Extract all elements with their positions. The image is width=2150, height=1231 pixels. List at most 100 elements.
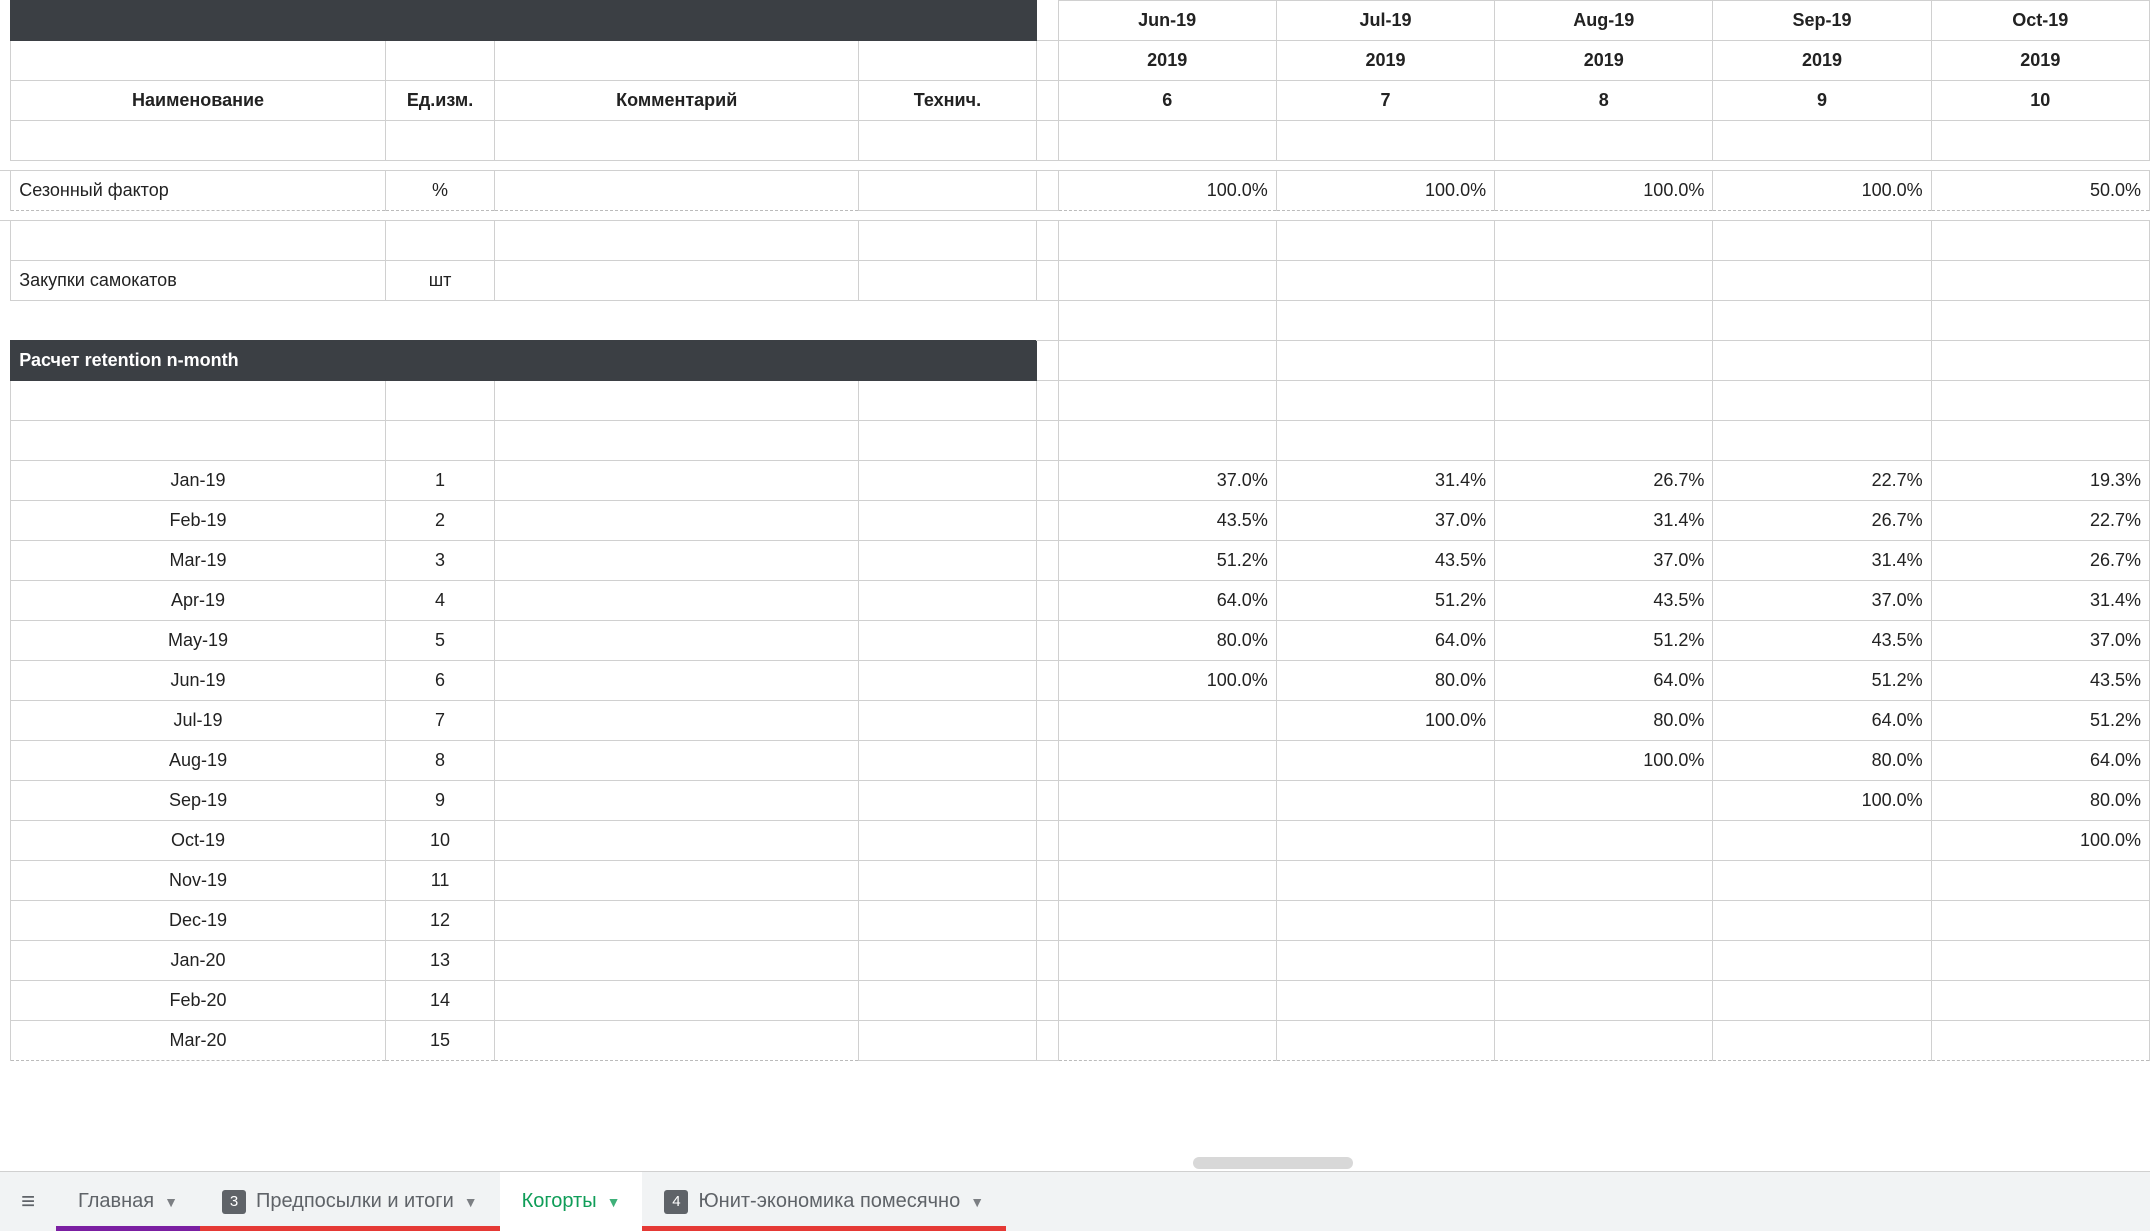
retention-section-title[interactable]: Расчет retention n-month: [11, 341, 1036, 381]
retention-value[interactable]: [1713, 821, 1931, 861]
retention-row[interactable]: May-19580.0%64.0%51.2%43.5%37.0%: [0, 621, 2150, 661]
retention-value[interactable]: [1495, 781, 1713, 821]
retention-row[interactable]: Apr-19464.0%51.2%43.5%37.0%31.4%: [0, 581, 2150, 621]
year-cell[interactable]: 2019: [1931, 41, 2149, 81]
retention-value[interactable]: [1713, 901, 1931, 941]
column-headers-row[interactable]: Наименование Ед.изм. Комментарий Технич.…: [0, 81, 2150, 121]
col-header-unit[interactable]: Ед.изм.: [385, 81, 494, 121]
retention-month-label[interactable]: Aug-19: [11, 741, 386, 781]
retention-value[interactable]: 80.0%: [1276, 661, 1494, 701]
retention-month-label[interactable]: Oct-19: [11, 821, 386, 861]
retention-value[interactable]: 31.4%: [1713, 541, 1931, 581]
retention-row[interactable]: Dec-1912: [0, 901, 2150, 941]
retention-value[interactable]: 51.2%: [1495, 621, 1713, 661]
seasonal-value[interactable]: 100.0%: [1058, 171, 1276, 211]
seasonal-value[interactable]: 50.0%: [1931, 171, 2149, 211]
retention-value[interactable]: 80.0%: [1495, 701, 1713, 741]
retention-value[interactable]: [1058, 861, 1276, 901]
retention-value[interactable]: 51.2%: [1931, 701, 2149, 741]
retention-value[interactable]: [1058, 701, 1276, 741]
retention-value[interactable]: 64.0%: [1931, 741, 2149, 781]
retention-n[interactable]: 2: [385, 501, 494, 541]
section-header-blank[interactable]: [11, 1, 1036, 41]
seasonal-unit[interactable]: %: [385, 171, 494, 211]
retention-month-label[interactable]: Jul-19: [11, 701, 386, 741]
retention-value[interactable]: 37.0%: [1931, 621, 2149, 661]
retention-row[interactable]: Feb-19243.5%37.0%31.4%26.7%22.7%: [0, 501, 2150, 541]
retention-value[interactable]: [1495, 901, 1713, 941]
month-label[interactable]: Jul-19: [1276, 1, 1494, 41]
blank-row[interactable]: [0, 121, 2150, 161]
year-row[interactable]: 2019 2019 2019 2019 2019: [0, 41, 2150, 81]
retention-n[interactable]: 15: [385, 1021, 494, 1061]
col-header-tech[interactable]: Технич.: [859, 81, 1037, 121]
retention-value[interactable]: [1931, 861, 2149, 901]
retention-value[interactable]: 19.3%: [1931, 461, 2149, 501]
retention-value[interactable]: 31.4%: [1495, 501, 1713, 541]
retention-n[interactable]: 12: [385, 901, 494, 941]
retention-month-label[interactable]: Sep-19: [11, 781, 386, 821]
retention-value[interactable]: [1495, 821, 1713, 861]
month-label[interactable]: Aug-19: [1495, 1, 1713, 41]
retention-value[interactable]: [1058, 821, 1276, 861]
horizontal-scroll-indicator[interactable]: [1193, 1157, 1353, 1169]
retention-month-label[interactable]: Feb-20: [11, 981, 386, 1021]
retention-value[interactable]: 43.5%: [1495, 581, 1713, 621]
retention-value[interactable]: [1495, 861, 1713, 901]
retention-value[interactable]: [1276, 861, 1494, 901]
retention-value[interactable]: [1931, 941, 2149, 981]
retention-month-label[interactable]: Jan-19: [11, 461, 386, 501]
retention-value[interactable]: 43.5%: [1058, 501, 1276, 541]
retention-row[interactable]: Jul-197100.0%80.0%64.0%51.2%: [0, 701, 2150, 741]
tab-cohorts[interactable]: Когорты ▼: [500, 1172, 643, 1231]
retention-value[interactable]: [1495, 981, 1713, 1021]
retention-value[interactable]: [1713, 941, 1931, 981]
retention-value[interactable]: [1276, 741, 1494, 781]
seasonal-value[interactable]: 100.0%: [1495, 171, 1713, 211]
month-label[interactable]: Oct-19: [1931, 1, 2149, 41]
retention-value[interactable]: 51.2%: [1276, 581, 1494, 621]
spreadsheet-grid[interactable]: Jun-19 Jul-19 Aug-19 Sep-19 Oct-19 2019 …: [0, 0, 2150, 1171]
retention-value[interactable]: 22.7%: [1931, 501, 2149, 541]
retention-value[interactable]: [1058, 901, 1276, 941]
retention-value[interactable]: 80.0%: [1058, 621, 1276, 661]
retention-value[interactable]: 100.0%: [1276, 701, 1494, 741]
retention-value[interactable]: [1713, 861, 1931, 901]
blank-row[interactable]: [0, 421, 2150, 461]
month-index[interactable]: 7: [1276, 81, 1494, 121]
retention-month-label[interactable]: Feb-19: [11, 501, 386, 541]
retention-row[interactable]: Oct-1910100.0%: [0, 821, 2150, 861]
year-cell[interactable]: 2019: [1058, 41, 1276, 81]
col-header-comment[interactable]: Комментарий: [495, 81, 859, 121]
retention-row[interactable]: Mar-19351.2%43.5%37.0%31.4%26.7%: [0, 541, 2150, 581]
retention-value[interactable]: 64.0%: [1713, 701, 1931, 741]
retention-month-label[interactable]: Apr-19: [11, 581, 386, 621]
retention-value[interactable]: 100.0%: [1713, 781, 1931, 821]
year-cell[interactable]: 2019: [1713, 41, 1931, 81]
retention-n[interactable]: 3: [385, 541, 494, 581]
section-header-row[interactable]: Jun-19 Jul-19 Aug-19 Sep-19 Oct-19: [0, 1, 2150, 41]
retention-value[interactable]: 37.0%: [1713, 581, 1931, 621]
retention-value[interactable]: [1058, 981, 1276, 1021]
retention-value[interactable]: 37.0%: [1495, 541, 1713, 581]
retention-value[interactable]: [1276, 901, 1494, 941]
tab-main[interactable]: Главная ▼: [56, 1172, 200, 1231]
retention-value[interactable]: 64.0%: [1058, 581, 1276, 621]
retention-value[interactable]: [1931, 901, 2149, 941]
blank-row[interactable]: [0, 301, 2150, 341]
retention-n[interactable]: 11: [385, 861, 494, 901]
retention-value[interactable]: [1276, 941, 1494, 981]
month-index[interactable]: 6: [1058, 81, 1276, 121]
retention-value[interactable]: 100.0%: [1058, 661, 1276, 701]
retention-month-label[interactable]: Mar-19: [11, 541, 386, 581]
blank-row[interactable]: [0, 221, 2150, 261]
retention-value[interactable]: 31.4%: [1276, 461, 1494, 501]
retention-value[interactable]: [1276, 981, 1494, 1021]
retention-month-label[interactable]: Jun-19: [11, 661, 386, 701]
retention-month-label[interactable]: Jan-20: [11, 941, 386, 981]
retention-row[interactable]: Aug-198100.0%80.0%64.0%: [0, 741, 2150, 781]
month-index[interactable]: 9: [1713, 81, 1931, 121]
retention-value[interactable]: [1058, 741, 1276, 781]
all-sheets-button[interactable]: ≡: [0, 1172, 56, 1231]
retention-value[interactable]: [1276, 821, 1494, 861]
